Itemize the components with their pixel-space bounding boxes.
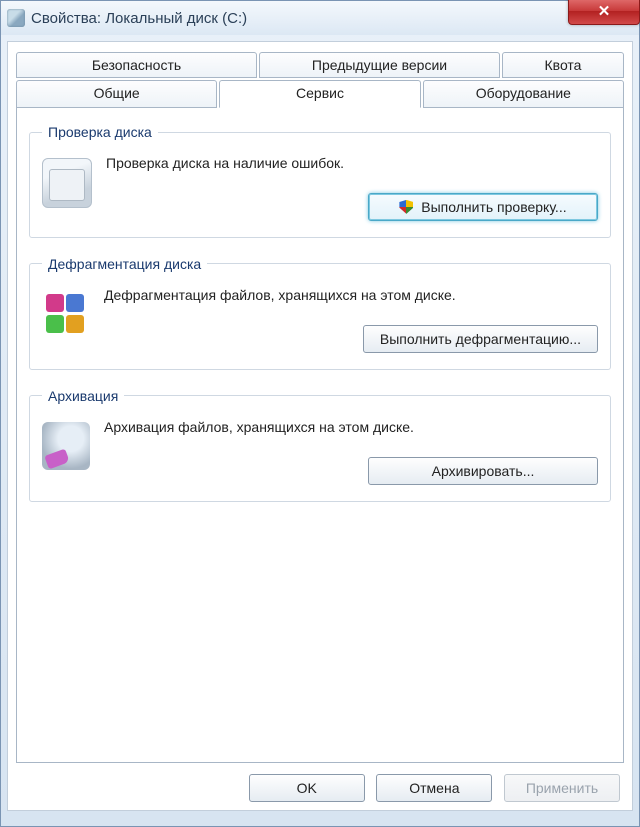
- group-defrag-legend: Дефрагментация диска: [42, 256, 207, 272]
- uac-shield-icon: [399, 200, 413, 214]
- ok-button[interactable]: OK: [249, 774, 365, 802]
- tab-general[interactable]: Общие: [16, 80, 217, 108]
- check-disk-description: Проверка диска на наличие ошибок.: [106, 154, 598, 173]
- check-now-button-label: Выполнить проверку...: [421, 199, 566, 215]
- close-icon: ✕: [598, 2, 611, 20]
- tab-tools[interactable]: Сервис: [219, 80, 420, 108]
- dialog-button-row: OK Отмена Применить: [16, 764, 624, 802]
- apply-button: Применить: [504, 774, 620, 802]
- tab-quota[interactable]: Квота: [502, 52, 624, 78]
- defrag-now-button[interactable]: Выполнить дефрагментацию...: [363, 325, 598, 353]
- group-defrag: Дефрагментация диска Дефрагментация файл…: [29, 256, 611, 370]
- tab-previous-versions[interactable]: Предыдущие версии: [259, 52, 500, 78]
- backup-description: Архивация файлов, хранящихся на этом дис…: [104, 418, 598, 437]
- backup-now-button-label: Архивировать...: [432, 463, 535, 479]
- tab-content-tools: Проверка диска Проверка диска на наличие…: [16, 108, 624, 763]
- tabstrip: Безопасность Предыдущие версии Квота Общ…: [16, 52, 624, 110]
- window-title: Свойства: Локальный диск (C:): [31, 10, 247, 27]
- group-backup-legend: Архивация: [42, 388, 124, 404]
- defrag-now-button-label: Выполнить дефрагментацию...: [380, 331, 581, 347]
- check-now-button[interactable]: Выполнить проверку...: [368, 193, 598, 221]
- titlebar: Свойства: Локальный диск (C:) ✕: [1, 1, 639, 35]
- dialog-body: Безопасность Предыдущие версии Квота Общ…: [7, 41, 633, 811]
- close-button[interactable]: ✕: [568, 0, 640, 25]
- drive-icon: [7, 9, 25, 27]
- cancel-button[interactable]: Отмена: [376, 774, 492, 802]
- group-check-disk: Проверка диска Проверка диска на наличие…: [29, 124, 611, 238]
- tab-security[interactable]: Безопасность: [16, 52, 257, 78]
- group-check-disk-legend: Проверка диска: [42, 124, 158, 140]
- backup-icon: [42, 422, 90, 470]
- check-disk-icon: [42, 158, 92, 208]
- defrag-icon: [42, 290, 90, 338]
- group-backup: Архивация Архивация файлов, хранящихся н…: [29, 388, 611, 502]
- defrag-description: Дефрагментация файлов, хранящихся на это…: [104, 286, 598, 305]
- backup-now-button[interactable]: Архивировать...: [368, 457, 598, 485]
- properties-dialog: Свойства: Локальный диск (C:) ✕ Безопасн…: [0, 0, 640, 827]
- tab-hardware[interactable]: Оборудование: [423, 80, 624, 108]
